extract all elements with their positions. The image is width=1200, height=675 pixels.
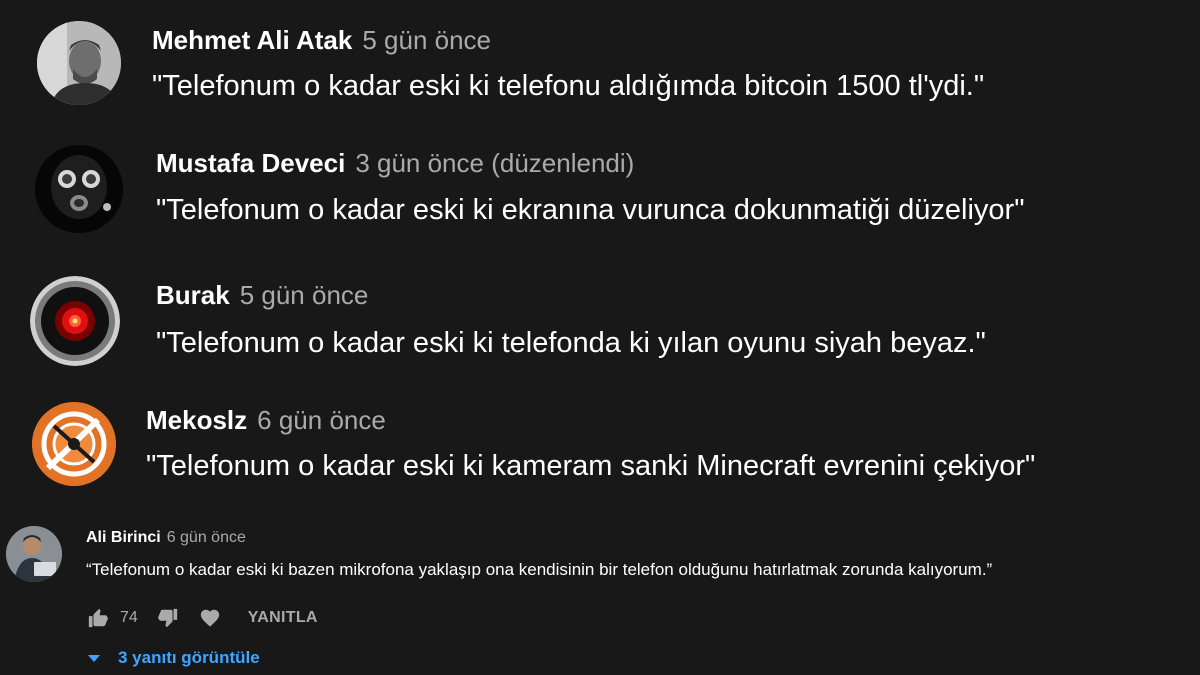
comment-timestamp[interactable]: 6 gün önce (257, 405, 386, 435)
user-avatar[interactable] (37, 21, 121, 105)
comment-author[interactable]: Mehmet Ali Atak (152, 25, 352, 55)
heart-icon (200, 609, 219, 627)
comment-text: "Telefonum o kadar eski ki telefonu aldı… (152, 70, 985, 102)
comment-text: "Telefonum o kadar eski ki kameram sanki… (146, 450, 1036, 482)
user-avatar[interactable] (35, 145, 123, 233)
comment-author[interactable]: Mustafa Deveci (156, 148, 345, 178)
heart-button[interactable] (198, 606, 222, 630)
thumbs-up-icon (88, 608, 108, 628)
chevron-down-icon (88, 654, 100, 662)
user-avatar[interactable] (32, 402, 116, 486)
user-avatar[interactable] (6, 526, 62, 582)
gas-mask-avatar-icon (35, 145, 123, 233)
comment-timestamp[interactable]: 6 gün önce (167, 529, 246, 546)
view-replies-label: 3 yanıtı görüntüle (118, 648, 260, 667)
orange-emblem-avatar-icon (32, 402, 116, 486)
comment-timestamp[interactable]: 5 gün önce (362, 25, 491, 55)
comment-author[interactable]: Ali Birinci (86, 529, 161, 546)
comment-text: “Telefonum o kadar eski ki bazen mikrofo… (86, 560, 993, 579)
comment-author[interactable]: Burak (156, 280, 230, 310)
comment-text: "Telefonum o kadar eski ki telefonda ki … (156, 327, 986, 359)
comment-timestamp[interactable]: 5 gün önce (240, 280, 369, 310)
comment-text: "Telefonum o kadar eski ki ekranına vuru… (156, 194, 1025, 226)
like-button[interactable] (86, 606, 110, 630)
user-avatar[interactable] (30, 276, 120, 366)
comment-author[interactable]: Mekoslz (146, 405, 247, 435)
reply-button[interactable]: YANITLA (248, 609, 318, 627)
man-laptop-avatar-icon (6, 526, 62, 582)
comment-action-bar: 74 YANITLA (86, 606, 318, 630)
red-eye-lens-avatar-icon (30, 276, 120, 366)
view-replies-button[interactable]: 3 yanıtı görüntüle (84, 648, 260, 668)
like-count: 74 (120, 609, 138, 626)
thumbs-down-icon (157, 608, 177, 628)
man-portrait-avatar-icon (37, 21, 121, 105)
dislike-button[interactable] (156, 606, 180, 630)
comment-timestamp[interactable]: 3 gün önce (düzenlendi) (355, 148, 634, 178)
